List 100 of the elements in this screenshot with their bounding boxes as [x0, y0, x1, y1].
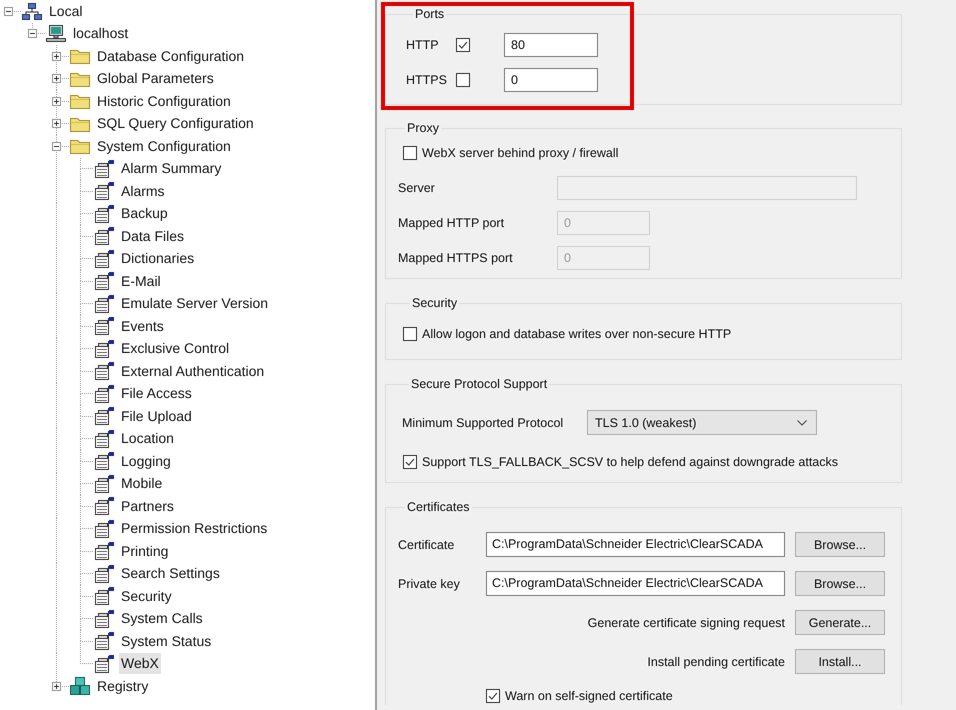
- field-label: Server: [398, 181, 435, 195]
- checkbox-label: Warn on self-signed certificate: [505, 689, 673, 703]
- tree-item[interactable]: Dictionaries: [119, 248, 196, 270]
- expand-icon[interactable]: [52, 119, 61, 128]
- chevron-down-icon: [797, 420, 807, 426]
- form-sheet-icon: [94, 227, 114, 246]
- form-sheet-icon: [94, 430, 114, 448]
- form-sheet-icon: [94, 610, 114, 628]
- checkbox[interactable]: [486, 689, 500, 703]
- tree-item[interactable]: localhost: [71, 23, 130, 44]
- form-sheet-icon: [94, 497, 114, 516]
- form-sheet-icon: [94, 294, 114, 313]
- checkbox[interactable]: [403, 455, 417, 469]
- browse-button[interactable]: Browse...: [795, 571, 885, 596]
- form-sheet-icon: [94, 182, 114, 200]
- tree-item[interactable]: E-Mail: [119, 270, 163, 292]
- tree-item[interactable]: File Upload: [119, 406, 194, 427]
- group-title: Certificates: [406, 499, 471, 515]
- folder-icon: [70, 138, 90, 154]
- tree-item[interactable]: Local: [47, 0, 84, 22]
- form-sheet-icon: [94, 272, 114, 290]
- browse-button[interactable]: Browse...: [795, 532, 885, 557]
- form-sheet-icon: [94, 542, 114, 560]
- collapse-icon[interactable]: [52, 142, 61, 151]
- field-label: Minimum Supported Protocol: [402, 416, 564, 430]
- tree-item[interactable]: Location: [119, 428, 176, 450]
- action-button[interactable]: Generate...: [795, 610, 885, 635]
- group-title: Security: [411, 295, 458, 311]
- tree-item[interactable]: Search Settings: [119, 563, 222, 584]
- field-label: Certificate: [398, 538, 454, 552]
- group-title: Secure Protocol Support: [410, 376, 548, 392]
- port-label: HTTPS: [406, 73, 447, 87]
- form-sheet-icon: [94, 474, 114, 493]
- form-sheet-icon: [94, 384, 114, 403]
- tree-item[interactable]: SQL Query Configuration: [95, 113, 256, 134]
- port-field[interactable]: 0: [504, 68, 598, 92]
- expand-icon[interactable]: [52, 96, 61, 106]
- form-sheet-icon: [94, 160, 114, 178]
- tree-item[interactable]: System Configuration: [95, 136, 233, 157]
- protocol-dropdown[interactable]: TLS 1.0 (weakest): [587, 410, 817, 435]
- field-label: Private key: [398, 576, 460, 590]
- tree-item[interactable]: External Authentication: [119, 360, 266, 382]
- cubes-icon: [70, 677, 90, 696]
- form-sheet-icon: [94, 340, 114, 358]
- tree-item[interactable]: Events: [119, 316, 166, 337]
- tree-item[interactable]: Permission Restrictions: [119, 518, 270, 540]
- tree-item[interactable]: Backup: [119, 203, 170, 224]
- folder-icon: [70, 48, 90, 64]
- port-label: HTTP: [406, 38, 439, 52]
- tree-item[interactable]: Alarms: [119, 180, 167, 202]
- form-sheet-icon: [94, 204, 114, 223]
- tree-item[interactable]: System Calls: [119, 608, 205, 630]
- tree-item[interactable]: Security: [119, 586, 174, 607]
- checkbox[interactable]: [403, 146, 417, 160]
- form-sheet-icon: [94, 520, 114, 538]
- path-field[interactable]: C:\ProgramData\Schneider Electric\ClearSCADA: [486, 571, 785, 596]
- expand-icon[interactable]: [52, 682, 61, 691]
- field-label: Mapped HTTPS port: [398, 251, 513, 265]
- tree-item[interactable]: Historic Configuration: [95, 90, 233, 112]
- action-label: Install pending certificate: [647, 654, 785, 668]
- expand-icon[interactable]: [52, 52, 61, 61]
- group-title: Ports: [414, 6, 446, 22]
- folder-icon: [70, 70, 90, 87]
- path-field[interactable]: C:\ProgramData\Schneider Electric\ClearSCADA: [486, 532, 785, 557]
- port-field[interactable]: 80: [504, 33, 598, 57]
- form-sheet-icon: [94, 407, 114, 426]
- tree-item[interactable]: System Status: [119, 630, 214, 652]
- tree-item[interactable]: Emulate Server Version: [119, 293, 270, 314]
- action-label: Generate certificate signing request: [588, 616, 785, 630]
- tree-item[interactable]: Logging: [119, 450, 173, 472]
- tree-item[interactable]: Global Parameters: [95, 68, 216, 90]
- form-sheet-icon: [94, 250, 114, 268]
- collapse-icon[interactable]: [28, 29, 37, 38]
- tree-item[interactable]: WebX: [119, 653, 161, 674]
- form-sheet-icon: [94, 362, 114, 380]
- group-title: Proxy: [406, 120, 440, 136]
- checkbox[interactable]: [456, 38, 470, 52]
- tree-item[interactable]: File Access: [119, 383, 194, 404]
- tree-item[interactable]: Alarm Summary: [119, 158, 224, 180]
- checkbox-label: WebX server behind proxy / firewall: [422, 146, 618, 160]
- tree-item[interactable]: Database Configuration: [95, 46, 246, 67]
- computer-icon: [46, 25, 66, 42]
- checkbox-label: Support TLS_FALLBACK_SCSV to help defend against downgrade attacks: [422, 455, 838, 469]
- collapse-icon[interactable]: [4, 6, 13, 16]
- action-button[interactable]: Install...: [795, 649, 885, 674]
- field-label: Mapped HTTP port: [398, 216, 504, 230]
- network-icon: [22, 2, 42, 20]
- form-sheet-icon: [94, 317, 114, 336]
- checkbox[interactable]: [403, 327, 417, 341]
- form-sheet-icon: [94, 452, 114, 470]
- tree-item[interactable]: Partners: [119, 496, 176, 517]
- checkbox-label: Allow logon and database writes over non-secure HTTP: [422, 327, 732, 341]
- tree-item[interactable]: Exclusive Control: [119, 338, 232, 360]
- form-sheet-icon: [94, 564, 114, 583]
- tree-item[interactable]: Registry: [95, 676, 150, 697]
- expand-icon[interactable]: [52, 74, 61, 84]
- tree-item[interactable]: Data Files: [119, 226, 186, 247]
- checkbox[interactable]: [456, 73, 470, 87]
- tree-item[interactable]: Mobile: [119, 473, 164, 494]
- tree-item[interactable]: Printing: [119, 540, 170, 562]
